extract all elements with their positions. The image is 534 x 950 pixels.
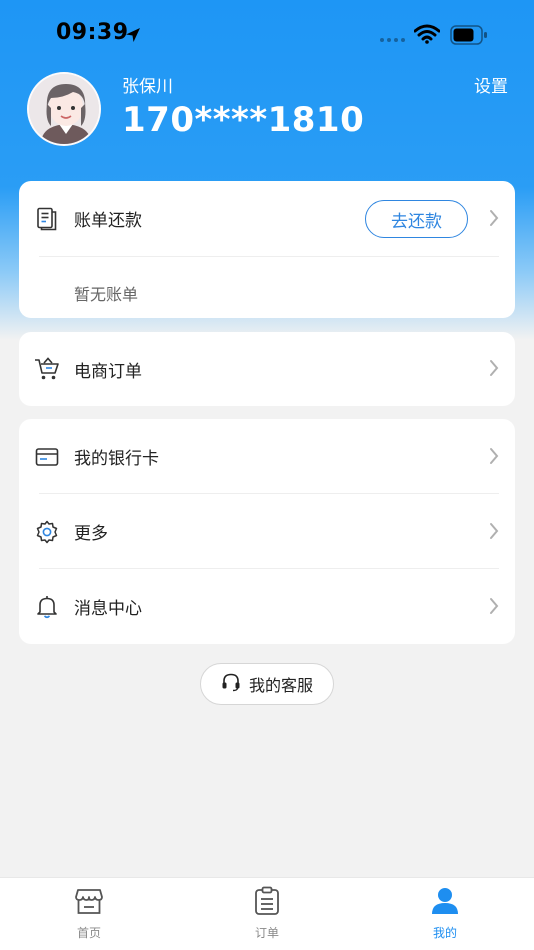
- menu-item-label: 更多: [74, 524, 108, 544]
- menu-item-messages[interactable]: 消息中心: [19, 569, 515, 644]
- bill-card: 账单还款 去还款 暂无账单: [19, 181, 515, 318]
- location-arrow-icon: [124, 26, 142, 48]
- bank-card-icon: [34, 444, 60, 470]
- customer-service-label: 我的客服: [248, 676, 313, 695]
- user-phone: 170****1810: [122, 100, 365, 140]
- order-card: 电商订单: [19, 332, 515, 406]
- tab-label: 我的: [432, 926, 457, 940]
- menu-card: 我的银行卡 更多 消息中心: [19, 419, 515, 644]
- settings-link[interactable]: 设置: [474, 72, 508, 97]
- store-icon: [74, 886, 104, 920]
- person-icon: [430, 886, 460, 920]
- battery-icon: [450, 25, 488, 49]
- signal-icon: [380, 38, 405, 42]
- chevron-right-icon: [489, 359, 499, 381]
- chevron-right-icon: [489, 209, 499, 231]
- status-time: 09:39: [56, 20, 129, 45]
- tab-label: 首页: [76, 926, 101, 940]
- menu-item-more[interactable]: 更多: [19, 494, 515, 569]
- bill-document-icon: [34, 206, 60, 232]
- chevron-right-icon: [489, 522, 499, 544]
- bill-repay-label: 账单还款: [74, 211, 142, 231]
- tab-label: 订单: [254, 926, 279, 940]
- wifi-icon: [413, 24, 441, 48]
- menu-item-label: 消息中心: [74, 599, 142, 619]
- bell-icon: [34, 594, 60, 620]
- menu-item-label: 我的银行卡: [74, 449, 159, 469]
- divider: [39, 256, 499, 257]
- bottom-tab-bar: 首页 订单 我的: [0, 877, 534, 950]
- ecommerce-orders-row[interactable]: 电商订单: [19, 332, 515, 406]
- tab-orders[interactable]: 订单: [227, 886, 307, 941]
- tab-home[interactable]: 首页: [49, 886, 129, 941]
- empty-bill-text: 暂无账单: [74, 285, 139, 304]
- shopping-cart-icon: [34, 356, 60, 382]
- chevron-right-icon: [489, 447, 499, 469]
- repay-button[interactable]: 去还款: [365, 200, 468, 238]
- customer-service-button[interactable]: 我的客服: [200, 663, 334, 705]
- ecommerce-orders-label: 电商订单: [74, 361, 142, 382]
- tab-mine[interactable]: 我的: [405, 886, 485, 941]
- status-bar: 09:39: [0, 0, 534, 62]
- avatar[interactable]: [27, 72, 101, 146]
- gear-icon: [34, 519, 60, 545]
- bill-repay-row[interactable]: 账单还款 去还款: [19, 181, 515, 256]
- clipboard-icon: [252, 886, 282, 920]
- user-name: 张保川: [122, 77, 173, 97]
- chevron-right-icon: [489, 597, 499, 619]
- headset-icon: [221, 672, 241, 696]
- menu-item-bank-card[interactable]: 我的银行卡: [19, 419, 515, 494]
